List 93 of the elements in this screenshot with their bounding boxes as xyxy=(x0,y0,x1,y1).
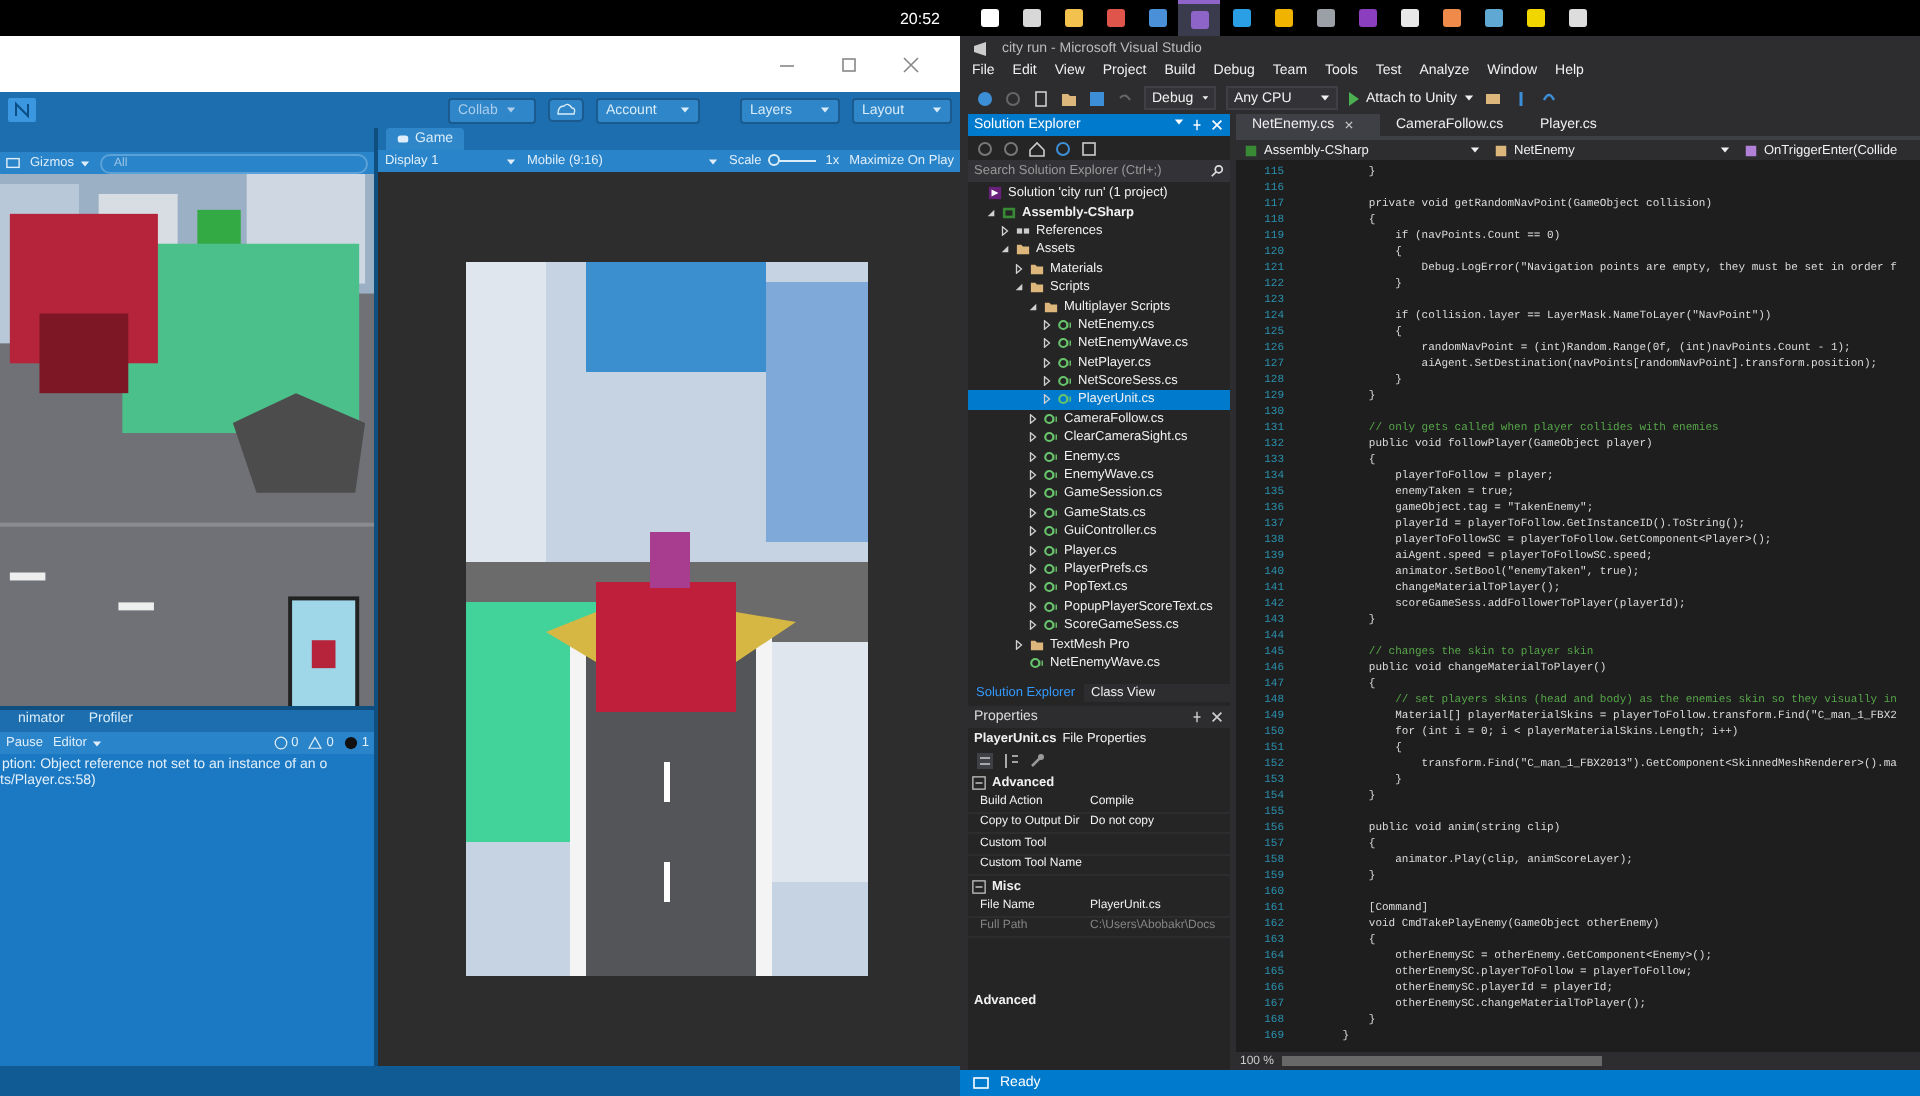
alphabetical-icon[interactable] xyxy=(1002,752,1020,770)
collapsed-arrow-icon[interactable] xyxy=(1028,620,1038,631)
csharp-file-icon xyxy=(1058,336,1072,351)
new-project-icon[interactable] xyxy=(1032,89,1050,107)
search-icon xyxy=(1210,164,1224,178)
collapse-all-icon[interactable] xyxy=(1080,139,1098,157)
cloud-button-icon[interactable] xyxy=(548,98,584,122)
forward-icon[interactable] xyxy=(1004,89,1022,107)
csharp-file-icon xyxy=(1044,468,1058,483)
back-icon[interactable] xyxy=(976,89,994,107)
csharp-file-icon xyxy=(1058,317,1072,332)
csharp-file-icon xyxy=(1044,543,1058,558)
collapsed-arrow-icon[interactable] xyxy=(1014,639,1024,650)
forward-icon[interactable] xyxy=(1002,139,1020,157)
status-icon xyxy=(972,1074,990,1092)
csharp-file-icon xyxy=(1044,486,1058,501)
close-icon[interactable] xyxy=(1344,120,1355,130)
collapsed-arrow-icon[interactable] xyxy=(1028,564,1038,574)
expanded-arrow-icon[interactable] xyxy=(1014,282,1024,293)
collapse-icon[interactable] xyxy=(972,879,986,893)
pin-icon[interactable] xyxy=(1190,710,1204,724)
collapsed-arrow-icon[interactable] xyxy=(1042,357,1052,368)
collapsed-arrow-icon[interactable] xyxy=(1028,470,1038,481)
csharp-file-icon xyxy=(1044,411,1058,426)
collapsed-arrow-icon[interactable] xyxy=(1000,225,1010,236)
play-icon xyxy=(1348,89,1360,107)
caret-icon xyxy=(1720,146,1730,154)
categorized-icon[interactable] xyxy=(976,752,994,770)
save-icon[interactable] xyxy=(1088,89,1106,107)
pivot-toggle-icon[interactable] xyxy=(8,98,36,122)
solution-icon xyxy=(988,186,1002,201)
warning-icon[interactable] xyxy=(308,736,323,750)
caret-icon xyxy=(92,739,103,747)
csharp-file-icon xyxy=(1044,599,1058,614)
csharp-file-icon xyxy=(1044,562,1058,576)
csharp-file-icon xyxy=(1058,374,1072,389)
project-icon xyxy=(1244,143,1258,157)
csharp-file-icon xyxy=(1058,355,1072,370)
dropdown-icon[interactable] xyxy=(1174,118,1184,126)
sync-icon[interactable] xyxy=(1054,139,1072,157)
csharp-file-icon xyxy=(1044,505,1058,520)
collapsed-arrow-icon[interactable] xyxy=(1028,507,1038,518)
csharp-file-icon xyxy=(1058,392,1072,407)
folder-icon xyxy=(1030,637,1044,652)
game-controller-icon xyxy=(396,132,411,146)
csharp-file-icon xyxy=(1030,655,1044,670)
csharp-file-icon xyxy=(1044,430,1058,445)
collapsed-arrow-icon[interactable] xyxy=(1042,376,1052,387)
caret-icon xyxy=(1201,94,1208,102)
collapsed-arrow-icon[interactable] xyxy=(1028,488,1038,499)
caret-icon xyxy=(80,159,91,167)
collapsed-arrow-icon[interactable] xyxy=(1042,338,1052,349)
caret-icon xyxy=(1470,146,1480,154)
expanded-arrow-icon[interactable] xyxy=(1000,244,1010,255)
caret-icon xyxy=(1320,94,1330,102)
back-icon[interactable] xyxy=(976,139,994,157)
maximize-icon[interactable] xyxy=(840,55,858,73)
info-icon[interactable] xyxy=(273,736,288,750)
wrench-icon[interactable] xyxy=(1028,752,1046,770)
caret-icon xyxy=(506,157,517,165)
scale-slider[interactable] xyxy=(771,155,816,167)
collapse-icon[interactable] xyxy=(972,775,986,789)
project-icon xyxy=(1002,205,1016,220)
expanded-arrow-icon[interactable] xyxy=(1028,301,1038,312)
collapsed-arrow-icon[interactable] xyxy=(1028,582,1038,593)
close-icon[interactable] xyxy=(1210,710,1224,724)
references-icon xyxy=(1016,223,1030,238)
breakpoint-icon[interactable] xyxy=(1483,89,1502,107)
folder-icon[interactable] xyxy=(1060,89,1078,107)
error-icon[interactable] xyxy=(343,736,358,750)
caret-icon xyxy=(1463,94,1474,102)
caret-icon xyxy=(505,106,516,114)
collapsed-arrow-icon[interactable] xyxy=(1028,601,1038,612)
caret-icon xyxy=(820,106,830,114)
collapsed-arrow-icon[interactable] xyxy=(1028,526,1038,537)
collapsed-arrow-icon[interactable] xyxy=(1042,319,1052,330)
collapsed-arrow-icon[interactable] xyxy=(1028,413,1038,424)
csharp-file-icon xyxy=(1044,524,1058,539)
collapsed-arrow-icon[interactable] xyxy=(1028,451,1038,462)
caret-icon xyxy=(708,157,719,165)
image-icon[interactable] xyxy=(6,156,20,170)
caret-icon xyxy=(680,106,690,114)
home-icon[interactable] xyxy=(1028,139,1046,157)
horizontal-scrollbar[interactable] xyxy=(1282,1056,1603,1066)
csharp-file-icon xyxy=(1044,618,1058,633)
clock-time: 20:52 xyxy=(899,9,940,27)
collapsed-arrow-icon[interactable] xyxy=(1028,432,1038,443)
csharp-file-icon xyxy=(1044,449,1058,464)
csharp-file-icon xyxy=(1044,580,1058,595)
expanded-arrow-icon[interactable] xyxy=(986,207,996,218)
collapsed-arrow-icon[interactable] xyxy=(1014,263,1024,274)
caret-icon xyxy=(932,106,942,114)
collapsed-arrow-icon[interactable] xyxy=(1028,545,1038,556)
